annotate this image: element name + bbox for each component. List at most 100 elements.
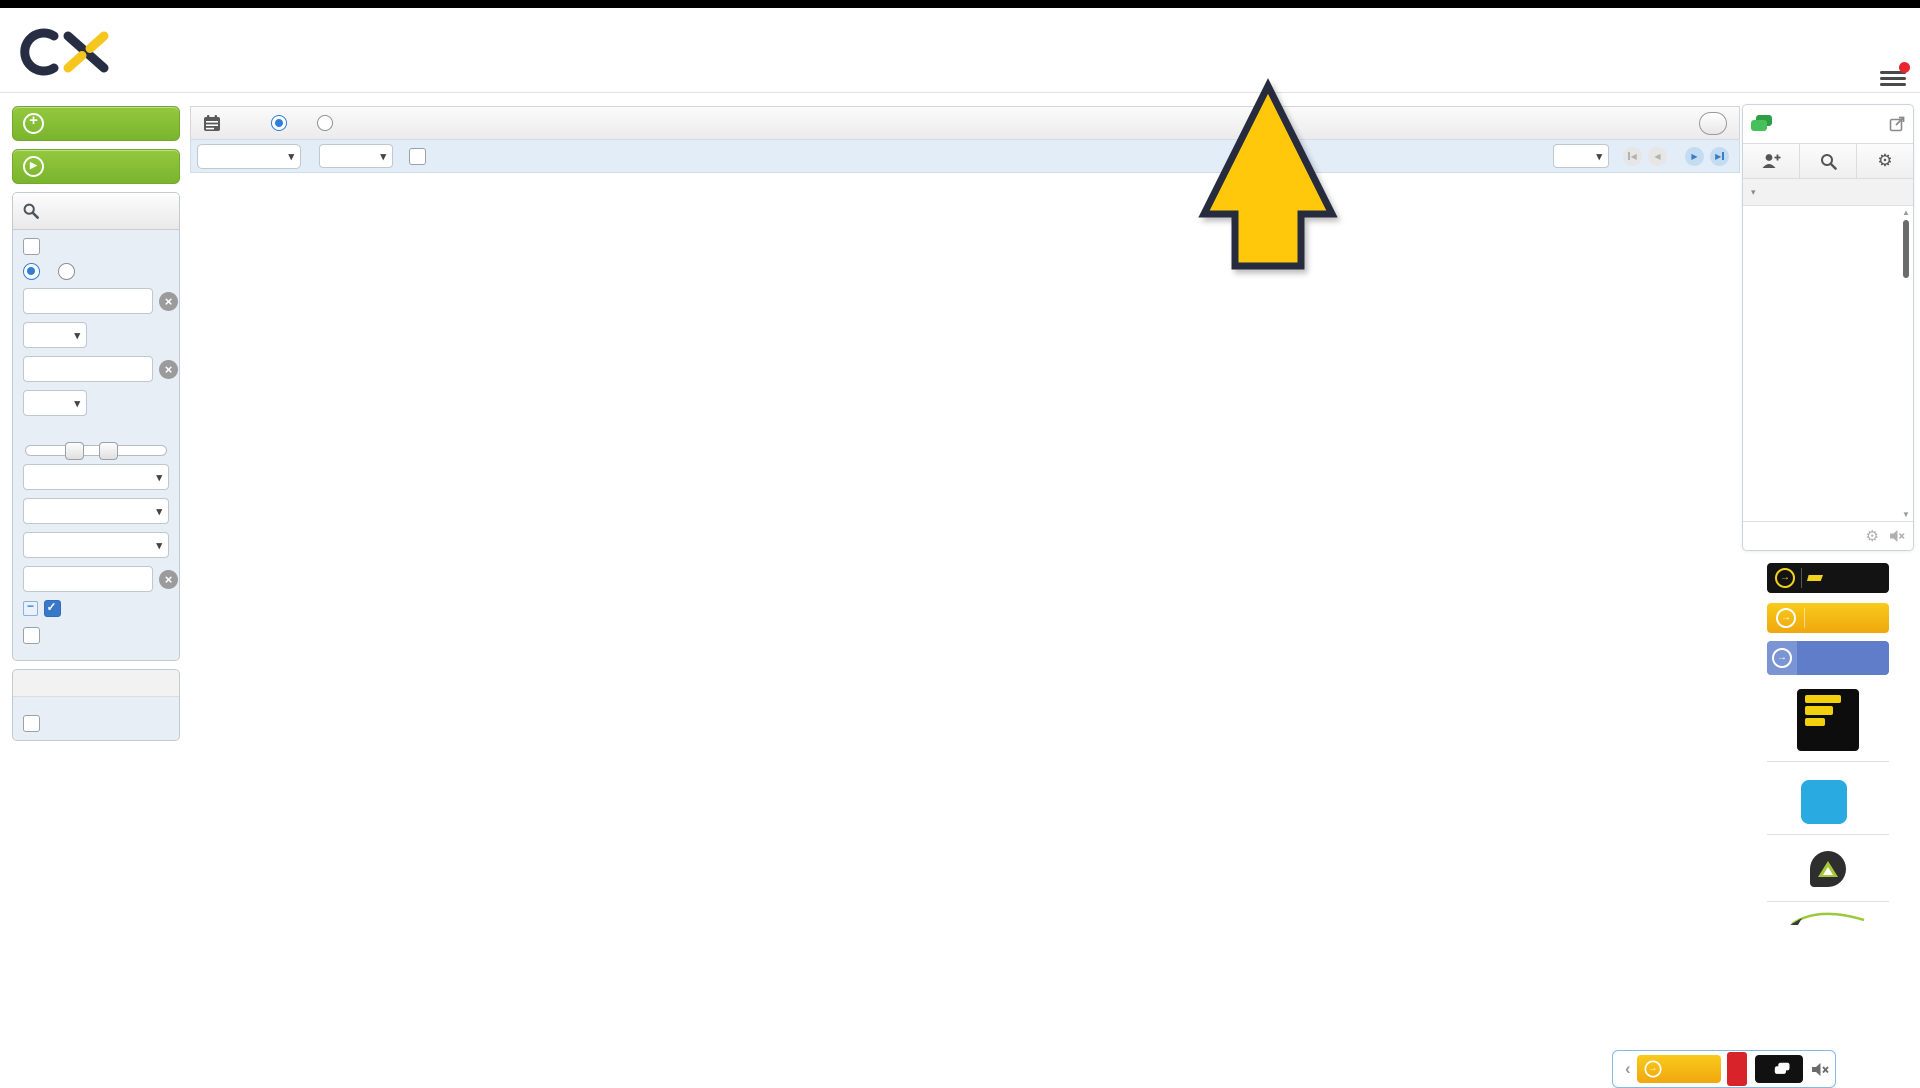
search-sidebar: ▾ ▾ (12, 106, 180, 1088)
refresh-button[interactable] (1699, 112, 1727, 135)
group-option-checkbox[interactable] (23, 715, 40, 732)
quick-search-select[interactable]: ▾ (197, 144, 301, 169)
book-a-ferry-ad[interactable] (1767, 563, 1889, 593)
messenger-panel: ⚙ ▾ ▲ ▼ ⚙ (1742, 104, 1914, 551)
inc-sold-checkbox[interactable] (409, 148, 426, 165)
scroll-up-icon[interactable]: ▲ (1900, 208, 1912, 217)
save-as-default[interactable] (23, 238, 169, 255)
cx-logo-icon (16, 26, 112, 78)
uk-roi-radio[interactable] (23, 263, 40, 280)
search-loads-header (13, 193, 179, 230)
divider (1767, 834, 1889, 835)
popout-icon[interactable] (1889, 116, 1905, 132)
notification-dot (1899, 62, 1910, 73)
scroll-down-icon[interactable]: ▼ (1900, 510, 1912, 519)
navman-icon (1810, 851, 1846, 887)
bcd-bubble-icon (1801, 780, 1847, 824)
webfleet-swoosh-icon (1788, 912, 1868, 926)
search-contacts-button[interactable] (1800, 144, 1857, 178)
from-location-input[interactable] (23, 288, 153, 314)
contact-list: ▲ ▼ (1743, 206, 1913, 521)
chevron-down-icon: ▾ (1596, 150, 1602, 163)
date-select[interactable]: ▾ (23, 498, 169, 524)
live-tab[interactable] (1727, 1052, 1747, 1086)
chevron-down-icon: ▾ (288, 150, 294, 163)
scrollbar-thumb[interactable] (1903, 220, 1909, 278)
courier-exchange-logo[interactable] (16, 26, 122, 78)
gear-icon: ⚙ (1877, 151, 1892, 171)
messenger-settings-button[interactable]: ⚙ (1857, 144, 1913, 178)
clear-member-icon[interactable] (159, 570, 178, 589)
list-view-radio[interactable] (265, 115, 293, 131)
posted-within-select[interactable]: ▾ (319, 144, 393, 168)
my-subcontractors-checkbox[interactable] (23, 627, 40, 644)
chevron-down-icon: ▾ (156, 539, 162, 552)
arrow-circle-icon (1772, 648, 1792, 668)
pagination: ▾ ◀ ◀ ▶ ▶ (1553, 144, 1731, 168)
radius-to-select[interactable]: ▾ (23, 390, 87, 416)
next-page-icon[interactable]: ▶ (1685, 147, 1704, 166)
add-contact-button[interactable] (1743, 144, 1800, 178)
clear-to-icon[interactable] (159, 360, 178, 379)
inc-sold-checkbox-row[interactable] (403, 148, 432, 165)
prev-page-icon[interactable]: ◀ (1648, 147, 1667, 166)
collapse-bar-chevron[interactable]: ‹ (1625, 1059, 1631, 1079)
bcd-logo[interactable] (1758, 780, 1898, 824)
freight-messenger-button[interactable] (1755, 1055, 1803, 1083)
truck-bar-icon (1805, 718, 1825, 726)
results-area: ▾ ▾ ▾ ◀ ◀ ▶ ▶ (190, 106, 1740, 1088)
radar-view-radio[interactable] (311, 115, 339, 131)
deals-button[interactable] (1637, 1055, 1721, 1083)
last-page-icon[interactable]: ▶ (1710, 147, 1729, 166)
top-strip (0, 0, 1920, 8)
arrow-circle-icon (1644, 1061, 1661, 1078)
clear-from-icon[interactable] (159, 292, 178, 311)
slider-handle-max[interactable] (99, 442, 118, 460)
gear-icon[interactable]: ⚙ (1866, 527, 1879, 545)
calendar-icon (203, 114, 221, 132)
ferry-shape (1807, 575, 1823, 581)
chat-icon (1772, 1063, 1786, 1076)
mute-icon[interactable] (1889, 529, 1905, 543)
book-direct-button[interactable] (12, 149, 180, 184)
chevron-down-icon: ▾ (156, 505, 162, 518)
need-insurance-ad[interactable] (1767, 641, 1889, 675)
collapse-job-icon[interactable] (23, 601, 38, 616)
add-contact-icon (1761, 153, 1781, 169)
divider (1767, 761, 1889, 762)
groups-panel (12, 669, 180, 741)
euro-radio[interactable] (58, 263, 75, 280)
to-location-input[interactable] (23, 356, 153, 382)
chevron-down-icon: ▾ (74, 329, 80, 342)
vehicle-size-slider[interactable] (25, 445, 167, 456)
my-company-section[interactable]: ▾ (1743, 179, 1913, 206)
contacts-scrollbar[interactable]: ▲ ▼ (1900, 206, 1912, 521)
teletrac-navman-logo[interactable] (1742, 851, 1914, 887)
freightlink-logo[interactable] (1797, 689, 1859, 751)
chevron-down-icon: ▾ (156, 471, 162, 484)
first-page-icon[interactable]: ◀ (1623, 147, 1642, 166)
slider-handle-min[interactable] (65, 442, 84, 460)
save-default-checkbox[interactable] (23, 238, 40, 255)
page-size-select[interactable]: ▾ (1553, 144, 1609, 168)
mute-icon[interactable] (1811, 1062, 1829, 1077)
menu-icon[interactable] (1880, 68, 1906, 88)
groups-header (13, 670, 179, 697)
right-rail: ⚙ ▾ ▲ ▼ ⚙ (1742, 104, 1914, 1088)
radius-select[interactable]: ▾ (23, 322, 87, 348)
chevron-down-icon: ▾ (380, 150, 386, 163)
bottom-float-bar: ‹ (1612, 1050, 1836, 1088)
truck-bar-icon (1805, 706, 1833, 715)
arrow-circle-icon (1775, 568, 1795, 588)
freight-type-select[interactable]: ▾ (23, 532, 169, 558)
deals-ad[interactable] (1767, 603, 1889, 633)
chevron-down-icon: ▾ (1751, 187, 1756, 198)
search-icon (1820, 153, 1837, 170)
member-input[interactable] (23, 566, 153, 592)
divider (1767, 901, 1889, 902)
search-icon (23, 203, 39, 219)
body-type-select[interactable]: ▾ (23, 464, 169, 490)
webfleet-logo[interactable] (1742, 912, 1914, 926)
post-load-button[interactable] (12, 106, 180, 141)
job-description-checkbox[interactable] (44, 600, 61, 617)
